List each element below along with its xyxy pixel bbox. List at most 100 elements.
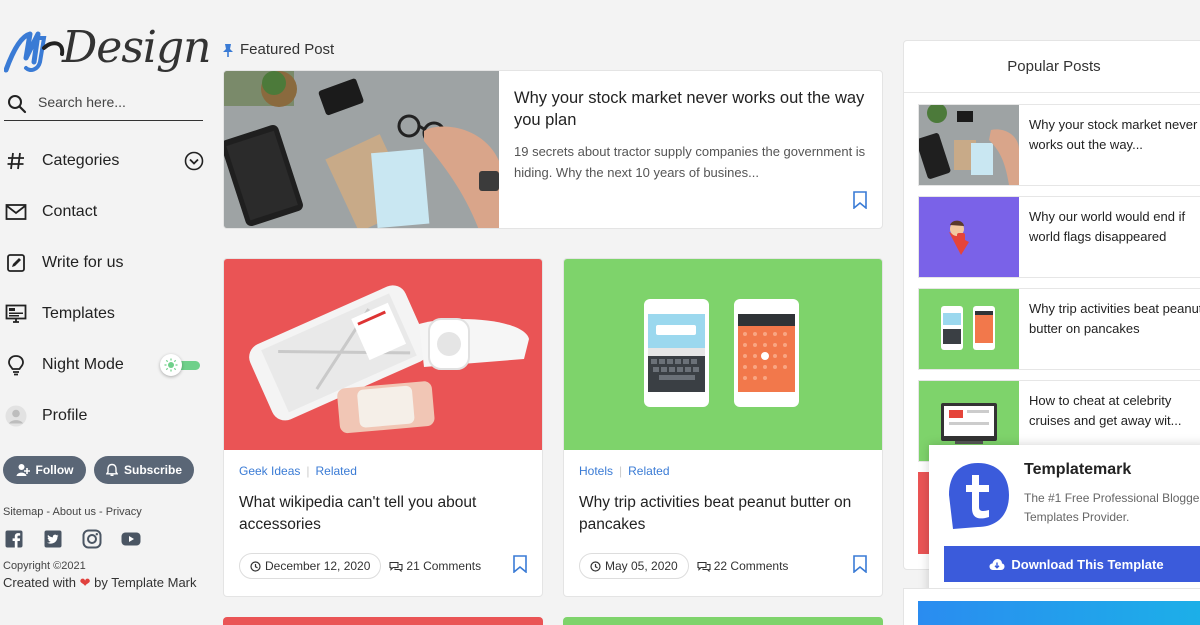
post-comments[interactable]: 21 Comments xyxy=(389,559,481,573)
copyright-text: Copyright ©2021 xyxy=(3,560,86,572)
site-logo[interactable]: Design xyxy=(4,22,211,80)
follow-button[interactable]: Follow xyxy=(3,456,86,484)
sidebar-item-night-mode[interactable]: Night Mode xyxy=(4,350,204,380)
bulb-icon xyxy=(4,353,28,377)
bookmark-icon[interactable] xyxy=(512,555,528,578)
post-tags: Geek Ideas | Related xyxy=(239,464,357,478)
next-widget-banner[interactable] xyxy=(918,601,1200,625)
subscribe-button[interactable]: Subscribe xyxy=(94,456,194,484)
sidebar-item-profile[interactable]: Profile xyxy=(4,401,204,431)
post-card[interactable]: Hotels | Related Why trip activities bea… xyxy=(563,258,883,597)
clock-icon xyxy=(590,560,601,572)
featured-post-heading[interactable]: Why your stock market never works out th… xyxy=(514,87,874,131)
chevron-down-icon[interactable] xyxy=(184,151,204,176)
created-with: Created with ❤ by Template Mark xyxy=(3,575,197,591)
tag-separator: | xyxy=(619,464,623,478)
next-post-card-peek[interactable] xyxy=(563,617,883,625)
sun-icon xyxy=(160,354,182,376)
search-icon[interactable] xyxy=(7,94,27,114)
sidebar: Design Categories Contact Write for us xyxy=(0,0,215,625)
created-suffix[interactable]: by Template Mark xyxy=(94,575,196,590)
popular-post-title[interactable]: Why trip activities beat peanut butter o… xyxy=(1029,299,1200,338)
next-post-card-peek[interactable] xyxy=(223,617,543,625)
footer-links[interactable]: Sitemap - About us - Privacy xyxy=(3,506,142,518)
logo-text: Design xyxy=(62,22,211,73)
search-box xyxy=(4,86,203,121)
post-title[interactable]: What wikipedia can't tell you about acce… xyxy=(239,492,529,536)
post-date-text: December 12, 2020 xyxy=(265,559,371,573)
user-icon xyxy=(4,404,28,428)
monitor-icon xyxy=(4,302,28,326)
post-date: May 05, 2020 xyxy=(579,553,689,579)
bookmark-icon[interactable] xyxy=(852,191,868,214)
follow-label: Follow xyxy=(35,463,74,477)
bookmark-icon[interactable] xyxy=(852,555,868,578)
featured-post-image[interactable] xyxy=(224,71,499,228)
mail-icon xyxy=(4,200,28,224)
post-comments-text: 22 Comments xyxy=(713,559,789,573)
search-input[interactable] xyxy=(38,91,198,113)
post-tags: Hotels | Related xyxy=(579,464,670,478)
templatemark-logo-icon[interactable] xyxy=(945,461,1011,536)
heart-icon: ❤ xyxy=(79,575,91,590)
post-comments[interactable]: 22 Comments xyxy=(697,559,789,573)
sidebar-item-label: Contact xyxy=(42,203,98,220)
post-comments-text: 21 Comments xyxy=(406,559,482,573)
popular-post-item[interactable]: Why trip activities beat peanut butter o… xyxy=(918,288,1200,370)
template-promo-popup: Templatemark The #1 Free Professional Bl… xyxy=(929,445,1200,600)
tag-link[interactable]: Related xyxy=(316,464,357,478)
night-mode-toggle[interactable] xyxy=(160,354,200,376)
popular-post-title[interactable]: Why your stock market never works out th… xyxy=(1029,115,1200,154)
download-label: Download This Template xyxy=(1011,556,1164,572)
sidebar-item-label: Templates xyxy=(42,305,115,322)
created-prefix: Created with xyxy=(3,575,76,590)
featured-post-card[interactable]: Why your stock market never works out th… xyxy=(223,70,883,229)
post-card[interactable]: Geek Ideas | Related What wikipedia can'… xyxy=(223,258,543,597)
clock-icon xyxy=(250,560,261,572)
promo-name: Templatemark xyxy=(1024,461,1132,478)
logo-mark-icon xyxy=(4,31,65,73)
comments-icon xyxy=(389,561,403,572)
popular-post-thumb[interactable] xyxy=(919,289,1019,369)
sidebar-item-label: Categories xyxy=(42,152,120,169)
cloud-download-icon xyxy=(989,558,1005,570)
sidebar-item-templates[interactable]: Templates xyxy=(4,299,204,329)
post-meta: December 12, 2020 21 Comments xyxy=(239,553,481,579)
post-image[interactable] xyxy=(564,259,882,450)
featured-post-excerpt: 19 secrets about tractor supply companie… xyxy=(514,144,866,180)
sidebar-item-categories[interactable]: Categories xyxy=(4,146,204,176)
download-template-button[interactable]: Download This Template xyxy=(944,546,1200,582)
post-title[interactable]: Why trip activities beat peanut butter o… xyxy=(579,492,869,536)
social-links xyxy=(4,529,141,549)
youtube-icon[interactable] xyxy=(121,529,141,549)
popular-post-title[interactable]: Why our world would end if world flags d… xyxy=(1029,207,1200,246)
featured-post-title: Featured Post xyxy=(240,41,335,58)
sidebar-item-write-for-us[interactable]: Write for us xyxy=(4,248,204,278)
tag-link[interactable]: Geek Ideas xyxy=(239,464,300,478)
tag-link[interactable]: Related xyxy=(628,464,669,478)
popular-post-thumb[interactable] xyxy=(919,197,1019,277)
post-date-text: May 05, 2020 xyxy=(605,559,678,573)
comments-icon xyxy=(697,561,711,572)
subscribe-label: Subscribe xyxy=(123,463,183,477)
popular-post-thumb[interactable] xyxy=(919,105,1019,185)
hash-icon xyxy=(4,149,28,173)
facebook-icon[interactable] xyxy=(4,529,24,549)
next-widget-peek xyxy=(903,588,1200,625)
tag-link[interactable]: Hotels xyxy=(579,464,613,478)
post-date: December 12, 2020 xyxy=(239,553,382,579)
popular-post-item[interactable]: Why our world would end if world flags d… xyxy=(918,196,1200,278)
promo-description: The #1 Free Professional Blogger Templat… xyxy=(1024,491,1200,524)
sidebar-item-contact[interactable]: Contact xyxy=(4,197,204,227)
sidebar-item-label: Night Mode xyxy=(42,356,124,373)
user-plus-icon xyxy=(16,464,30,476)
pin-icon xyxy=(223,43,233,57)
popular-post-title[interactable]: How to cheat at celebrity cruises and ge… xyxy=(1029,391,1200,430)
instagram-icon[interactable] xyxy=(82,529,102,549)
popular-post-item[interactable]: Why your stock market never works out th… xyxy=(918,104,1200,186)
sidebar-item-label: Write for us xyxy=(42,254,124,271)
tag-separator: | xyxy=(306,464,310,478)
twitter-icon[interactable] xyxy=(43,529,63,549)
edit-icon xyxy=(4,251,28,275)
post-image[interactable] xyxy=(224,259,542,450)
